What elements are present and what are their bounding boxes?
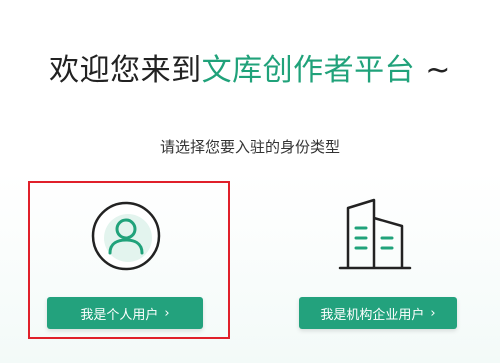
page-title: 欢迎您来到文库创作者平台 ~ [0, 45, 500, 89]
chevron-right-icon: › [164, 305, 170, 321]
personal-user-label: 我是个人用户 [80, 307, 159, 323]
enterprise-user-label: 我是机构企业用户 [320, 307, 425, 323]
title-accent: 文库创作者平台 [201, 53, 416, 88]
personal-user-button[interactable]: 我是个人用户 › [47, 297, 203, 329]
enterprise-building-icon[interactable] [336, 198, 412, 276]
identity-prompt: 请选择您要入驻的身份类型 [159, 138, 340, 156]
personal-user-icon[interactable] [90, 200, 162, 276]
title-prefix: 欢迎您来到 [49, 53, 202, 88]
chevron-right-icon: › [430, 305, 436, 321]
title-suffix: ~ [415, 53, 451, 88]
enterprise-user-button[interactable]: 我是机构企业用户 › [299, 297, 457, 329]
